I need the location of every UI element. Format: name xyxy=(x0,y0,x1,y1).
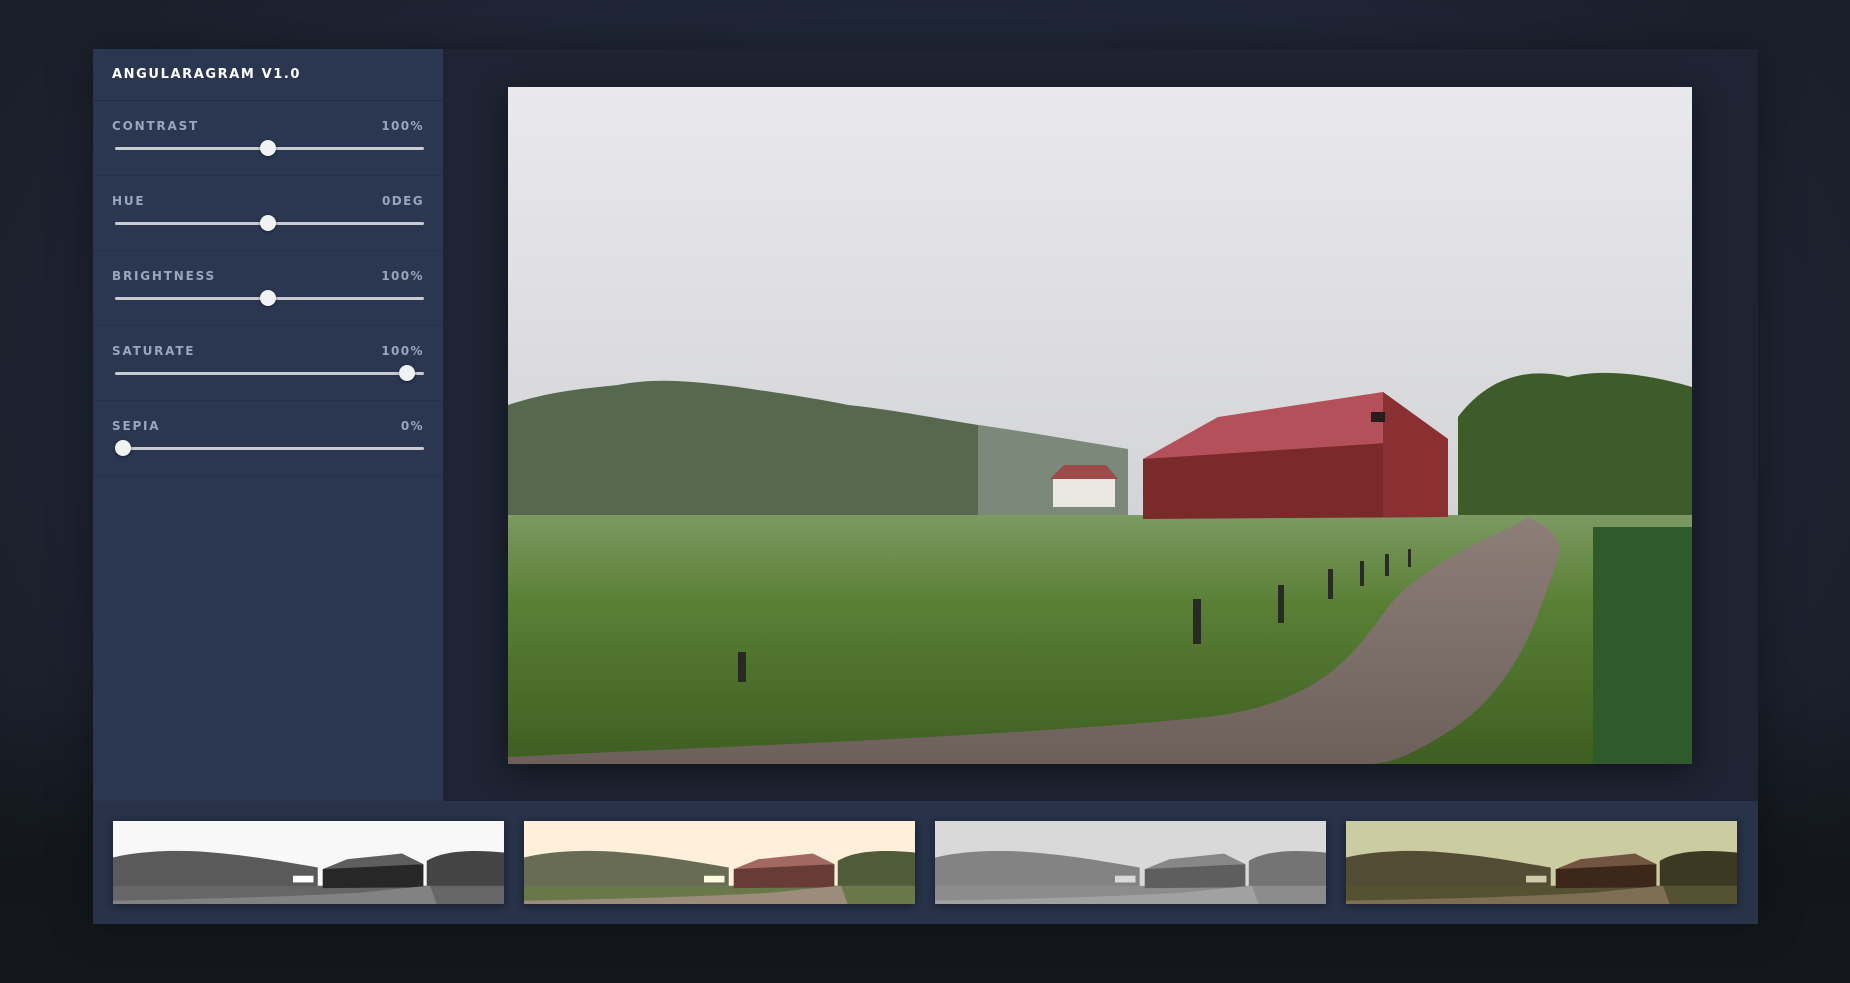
image-preview xyxy=(508,87,1692,764)
sepia-tint-filter-thumbnail xyxy=(524,821,915,904)
sepia-value: 0% xyxy=(400,419,424,433)
sepia-slider-track[interactable] xyxy=(115,447,424,450)
app-title: ANGULARAGRAM V1.0 xyxy=(93,49,443,101)
dark-sepia-filter-thumbnail xyxy=(1346,821,1737,904)
field-right-dark xyxy=(1593,527,1692,764)
trees-right xyxy=(1458,372,1692,527)
saturate-slider-thumb[interactable] xyxy=(399,365,416,381)
barn-window xyxy=(1371,412,1385,422)
brightness-slider-thumb[interactable] xyxy=(260,290,276,306)
thumbnail-1[interactable] xyxy=(113,821,504,904)
thumbnail-2[interactable] xyxy=(524,821,915,904)
saturate-slider-track[interactable] xyxy=(115,372,424,375)
sepia-slider[interactable] xyxy=(112,438,424,458)
thumbnail-4[interactable] xyxy=(1346,821,1737,904)
contrast-value: 100% xyxy=(381,119,424,133)
hue-slider-thumb[interactable] xyxy=(260,215,276,231)
saturate-label: SATURATE xyxy=(112,344,196,358)
contrast-control: CONTRAST 100% xyxy=(93,101,443,176)
saturate-control: SATURATE 100% xyxy=(93,326,443,401)
brightness-value: 100% xyxy=(381,269,424,283)
faded-light-filter-thumbnail xyxy=(935,821,1326,904)
hue-label: HUE xyxy=(112,194,146,208)
saturate-value: 100% xyxy=(381,344,424,358)
barn-landscape-photo xyxy=(508,87,1692,764)
hue-slider[interactable] xyxy=(112,213,424,233)
contrast-slider-thumb[interactable] xyxy=(260,140,276,156)
contrast-label: CONTRAST xyxy=(112,119,199,133)
thumbnail-3[interactable] xyxy=(935,821,1326,904)
sepia-slider-thumb[interactable] xyxy=(115,440,131,456)
saturate-slider[interactable] xyxy=(112,363,424,383)
grayscale-filter-thumbnail xyxy=(113,821,504,904)
filter-thumbnail-strip xyxy=(93,801,1758,924)
brightness-control: BRIGHTNESS 100% xyxy=(93,251,443,326)
sepia-label: SEPIA xyxy=(112,419,161,433)
sepia-control: SEPIA 0% xyxy=(93,401,443,476)
hue-control: HUE 0DEG xyxy=(93,176,443,251)
brightness-label: BRIGHTNESS xyxy=(112,269,216,283)
sidebar: ANGULARAGRAM V1.0 CONTRAST 100% HUE 0DEG xyxy=(93,49,443,801)
app-window: ANGULARAGRAM V1.0 CONTRAST 100% HUE 0DEG xyxy=(93,49,1758,924)
hue-value: 0DEG xyxy=(382,194,424,208)
contrast-slider[interactable] xyxy=(112,138,424,158)
white-house xyxy=(1053,477,1115,507)
brightness-slider[interactable] xyxy=(112,288,424,308)
